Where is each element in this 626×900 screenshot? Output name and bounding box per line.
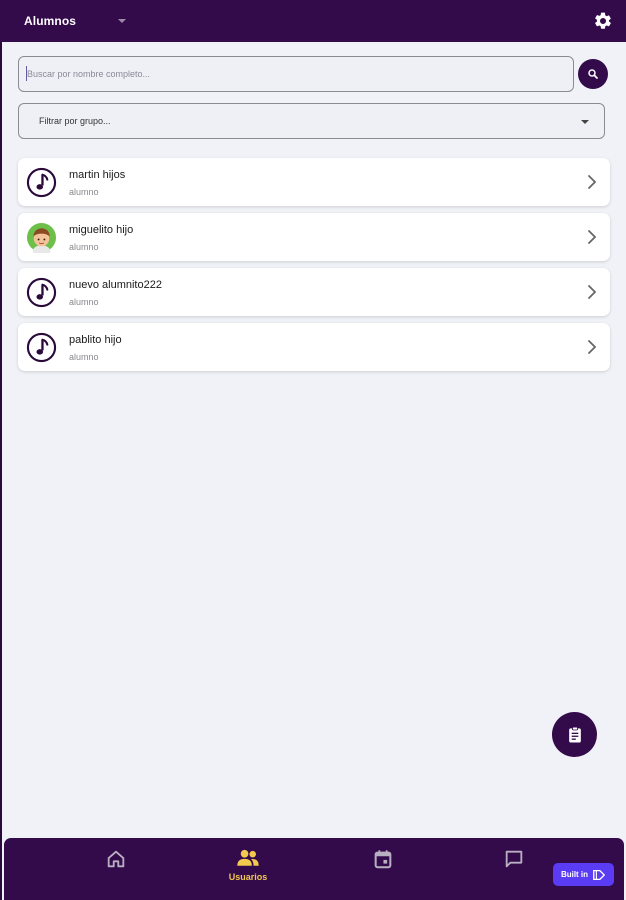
top-app-bar: Alumnos: [0, 0, 626, 42]
chevron-right-icon: [588, 340, 597, 354]
left-edge-divider: [0, 0, 2, 900]
home-icon: [107, 850, 125, 868]
student-name: nuevo alumnito222: [69, 279, 162, 291]
chevron-down-icon: [118, 19, 127, 23]
built-in-label: Built in: [560, 870, 589, 879]
chevron-right-icon: [588, 175, 597, 189]
users-icon: [237, 849, 259, 866]
section-dropdown[interactable]: Alumnos: [24, 14, 127, 28]
student-name: pablito hijo: [69, 334, 122, 346]
music-note-icon: [26, 277, 57, 308]
student-role: alumno: [69, 242, 99, 252]
dropdown-arrow-icon: [581, 120, 589, 124]
student-card-pablito-hijo[interactable]: pablito hijo alumno: [18, 323, 610, 371]
group-filter-label: Filtrar por grupo...: [39, 116, 111, 126]
student-role: alumno: [69, 187, 99, 197]
nav-label-usuarios: Usuarios: [228, 872, 268, 882]
nav-item-calendar[interactable]: [353, 848, 413, 892]
student-name: miguelito hijo: [69, 224, 134, 236]
nav-item-usuarios[interactable]: Usuarios: [218, 848, 278, 892]
student-role: alumno: [69, 297, 99, 307]
student-card-miguelito-hijo[interactable]: miguelito hijo alumno: [18, 213, 610, 261]
page-title: Alumnos: [24, 14, 77, 28]
music-note-icon: [26, 332, 57, 363]
chevron-right-icon: [588, 285, 597, 299]
student-name: martin hijos: [69, 169, 126, 181]
student-role: alumno: [69, 352, 99, 362]
student-card-martin-hijos[interactable]: martin hijos alumno: [18, 158, 610, 206]
student-card-nuevo-alumnito222[interactable]: nuevo alumnito222 alumno: [18, 268, 610, 316]
chevron-right-icon: [588, 230, 597, 244]
builder-logo-icon: [593, 869, 606, 880]
calendar-icon: [374, 850, 392, 869]
bottom-navigation: Usuarios: [4, 838, 624, 900]
chat-icon: [505, 850, 523, 868]
nav-item-home[interactable]: [86, 848, 146, 892]
clipboard-fab-button[interactable]: [552, 712, 597, 757]
gear-icon[interactable]: [593, 11, 613, 31]
group-filter-select[interactable]: Filtrar por grupo...: [18, 103, 605, 139]
student-list: martin hijos alumno miguelito hijo alumn…: [18, 158, 610, 378]
music-note-icon: [26, 167, 57, 198]
clipboard-icon: [568, 726, 581, 742]
boy-avatar: [26, 222, 57, 253]
built-in-badge[interactable]: Built in: [553, 863, 614, 886]
search-icon: [588, 69, 598, 79]
search-input[interactable]: [18, 56, 574, 92]
text-cursor: [26, 66, 27, 81]
nav-item-chat[interactable]: [484, 848, 544, 892]
search-button[interactable]: [578, 59, 608, 89]
